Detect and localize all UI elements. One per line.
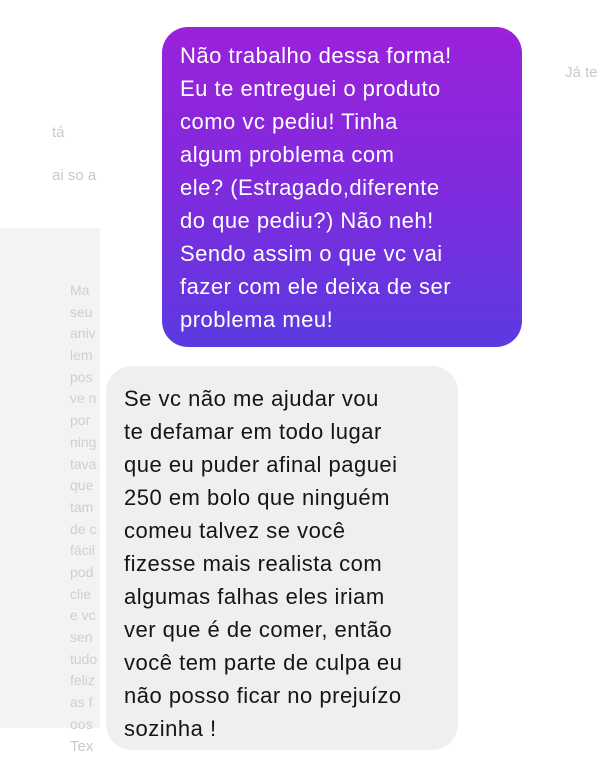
ghost-line: ve n bbox=[70, 390, 97, 407]
ghost-line: feliz bbox=[70, 672, 95, 689]
ghost-line: clie bbox=[70, 585, 92, 602]
ghost-line: de c bbox=[70, 520, 97, 537]
message-line: fazer com ele deixa de ser bbox=[180, 274, 452, 299]
received-message-bubble[interactable]: Se vc não me ajudar vou te defamar em to… bbox=[106, 366, 458, 750]
message-line: que eu puder afinal paguei bbox=[124, 452, 398, 477]
ghost-text-top-left-2: ai so a bbox=[52, 167, 97, 184]
ghost-line: sen bbox=[70, 629, 93, 645]
message-line: sozinha ! bbox=[124, 716, 217, 741]
message-line: algum problema com bbox=[180, 142, 395, 167]
message-line: Não trabalho dessa forma! bbox=[180, 43, 452, 68]
message-line: algumas falhas eles iriam bbox=[124, 584, 385, 609]
ghost-line: aniv bbox=[70, 325, 96, 342]
ghost-line: lem bbox=[70, 347, 93, 364]
ghost-line: tava bbox=[70, 455, 97, 472]
message-line: Eu te entreguei o produto bbox=[180, 76, 441, 101]
ghost-line: oos bbox=[70, 715, 93, 732]
ghost-text-left-column: Ma seu aniv lem pos ve n por ning tava q… bbox=[70, 280, 97, 735]
message-line: comeu talvez se você bbox=[124, 518, 346, 543]
ghost-line: tam bbox=[70, 498, 94, 515]
message-line: não posso ficar no prejuízo bbox=[124, 683, 402, 708]
ghost-line: as f bbox=[70, 694, 93, 711]
message-line: como vc pediu! Tinha bbox=[180, 109, 398, 134]
ghost-line: ning bbox=[70, 433, 97, 450]
ghost-text-top-right: Já te bbox=[565, 64, 598, 81]
ghost-line: pod bbox=[70, 563, 94, 580]
ghost-line: fácil bbox=[70, 542, 95, 559]
message-line: fizesse mais realista com bbox=[124, 551, 383, 576]
ghost-line: pos bbox=[70, 368, 93, 385]
ghost-text-bottom-left: Tex bbox=[70, 738, 94, 755]
message-line: ver que é de comer, então bbox=[124, 617, 393, 642]
message-line: te defamar em todo lugar bbox=[124, 419, 382, 444]
message-line: Se vc não me ajudar vou bbox=[124, 386, 379, 411]
message-line: 250 em bolo que ninguém bbox=[124, 485, 390, 510]
ghost-line: seu bbox=[70, 303, 93, 320]
message-line: ele? (Estragado,diferente bbox=[180, 175, 440, 200]
ghost-line: que bbox=[70, 477, 94, 494]
ghost-text-top-left: tá bbox=[52, 124, 65, 141]
message-line: você tem parte de culpa eu bbox=[124, 650, 403, 675]
ghost-line: por bbox=[70, 412, 91, 429]
ghost-line: Ma bbox=[70, 282, 90, 298]
message-line: problema meu! bbox=[180, 307, 334, 332]
ghost-line: tudo bbox=[70, 650, 98, 667]
message-line: Sendo assim o que vc vai bbox=[180, 241, 443, 266]
message-line: do que pediu?) Não neh! bbox=[180, 208, 434, 233]
sent-message-bubble[interactable]: Não trabalho dessa forma! Eu te entregue… bbox=[162, 27, 522, 347]
ghost-line: e vc bbox=[70, 607, 96, 624]
